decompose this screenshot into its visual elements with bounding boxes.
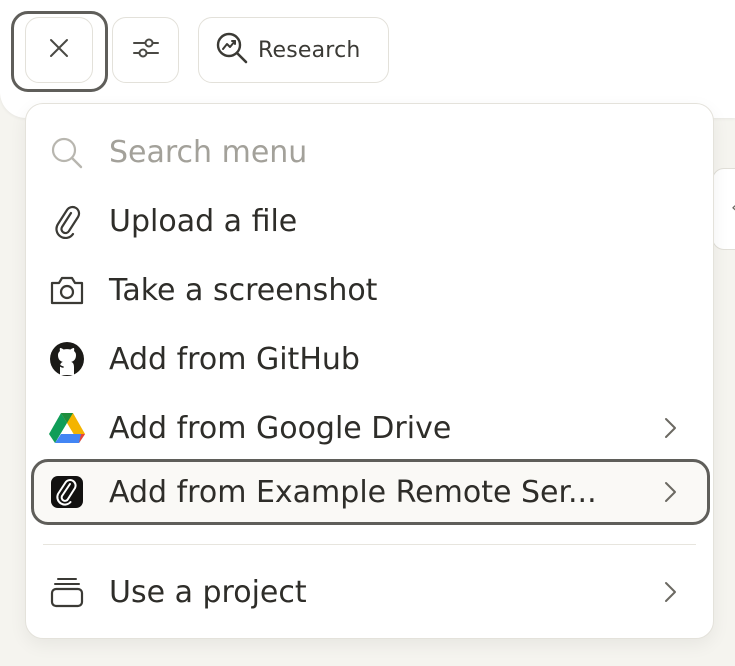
menu-item-label: Use a project bbox=[109, 574, 307, 610]
attachment-menu: Upload a file Take a screenshot Add from… bbox=[25, 103, 714, 639]
options-button[interactable] bbox=[112, 17, 179, 83]
search-menu-row[interactable] bbox=[26, 123, 713, 183]
menu-item-take-screenshot[interactable]: Take a screenshot bbox=[26, 260, 713, 320]
menu-item-label: Take a screenshot bbox=[109, 272, 378, 308]
google-drive-icon bbox=[48, 410, 86, 446]
menu-item-upload-file[interactable]: Upload a file bbox=[26, 191, 713, 251]
x-icon bbox=[48, 37, 70, 63]
chevron-right-icon bbox=[660, 578, 680, 606]
composer-toolbar: Research bbox=[0, 0, 735, 118]
menu-item-add-from-example-remote-server[interactable]: Add from Example Remote Ser... bbox=[26, 462, 713, 522]
background-card: ‹ bbox=[712, 168, 735, 250]
menu-item-label: Add from Google Drive bbox=[109, 410, 452, 446]
remote-server-icon bbox=[48, 474, 86, 510]
search-icon bbox=[48, 135, 86, 171]
menu-item-label: Add from GitHub bbox=[109, 341, 360, 377]
menu-item-add-from-github[interactable]: Add from GitHub bbox=[26, 329, 713, 389]
menu-item-label: Add from Example Remote Ser... bbox=[109, 474, 597, 510]
chevron-right-icon bbox=[660, 478, 680, 506]
research-label: Research bbox=[258, 37, 361, 63]
menu-item-add-from-google-drive[interactable]: Add from Google Drive bbox=[26, 398, 713, 458]
menu-item-label: Upload a file bbox=[109, 203, 298, 239]
project-stack-icon bbox=[48, 574, 86, 610]
paperclip-icon bbox=[48, 203, 86, 239]
github-icon bbox=[48, 341, 86, 377]
menu-item-use-a-project[interactable]: Use a project bbox=[26, 562, 713, 622]
sliders-icon bbox=[132, 36, 160, 64]
search-input[interactable] bbox=[109, 129, 669, 175]
camera-icon bbox=[48, 272, 86, 308]
chevron-left-icon: ‹ bbox=[731, 197, 735, 218]
magnifier-trend-icon bbox=[214, 30, 250, 70]
menu-divider bbox=[43, 544, 696, 545]
close-menu-button[interactable] bbox=[25, 17, 93, 83]
research-button[interactable]: Research bbox=[198, 17, 389, 83]
chevron-right-icon bbox=[660, 414, 680, 442]
